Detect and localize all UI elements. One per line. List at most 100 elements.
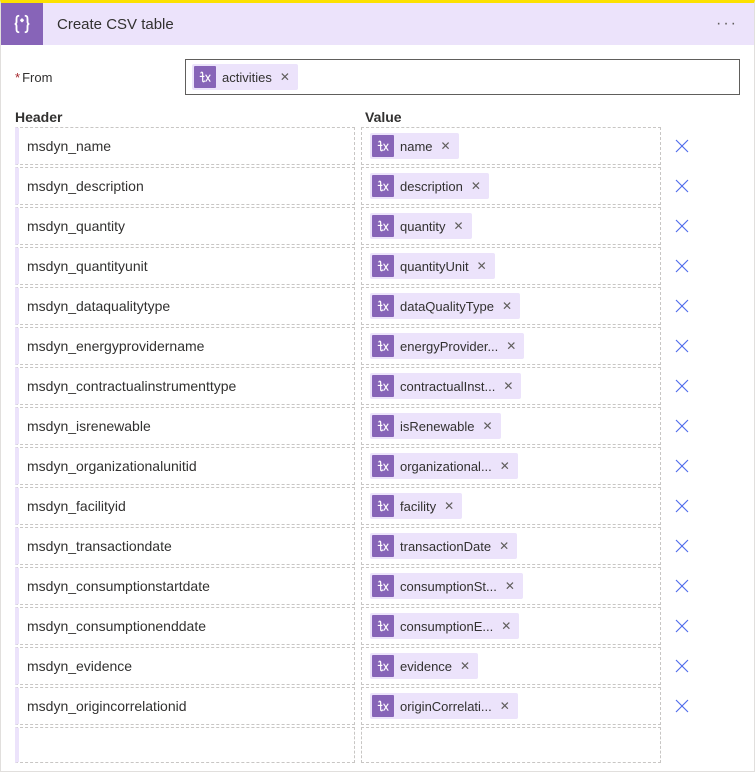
value-cell[interactable] (361, 727, 661, 763)
delete-row-button[interactable] (663, 727, 701, 763)
value-token[interactable]: isRenewable✕ (370, 413, 501, 439)
delete-row-button[interactable] (663, 687, 701, 725)
more-menu-button[interactable]: ··· (712, 11, 742, 37)
remove-token-icon[interactable]: ✕ (498, 699, 512, 713)
from-input[interactable]: activities ✕ (185, 59, 740, 95)
value-cell[interactable]: contractualInst...✕ (361, 367, 661, 405)
header-cell[interactable]: msdyn_quantityunit (15, 247, 355, 285)
remove-token-icon[interactable]: ✕ (480, 419, 494, 433)
value-token[interactable]: energyProvider...✕ (370, 333, 524, 359)
header-cell[interactable]: msdyn_isrenewable (15, 407, 355, 445)
remove-token-icon[interactable]: ✕ (475, 259, 489, 273)
value-cell[interactable]: quantityUnit✕ (361, 247, 661, 285)
dynamic-content-icon (372, 255, 394, 277)
remove-token-icon[interactable]: ✕ (442, 499, 456, 513)
dynamic-content-icon (372, 175, 394, 197)
delete-row-button[interactable] (663, 327, 701, 365)
header-cell[interactable]: msdyn_origincorrelationid (15, 687, 355, 725)
value-cell[interactable]: quantity✕ (361, 207, 661, 245)
remove-token-icon[interactable]: ✕ (499, 619, 513, 633)
value-token-label: isRenewable (396, 419, 480, 434)
remove-token-icon[interactable]: ✕ (439, 139, 453, 153)
header-cell[interactable]: msdyn_quantity (15, 207, 355, 245)
value-cell[interactable]: evidence✕ (361, 647, 661, 685)
delete-row-button[interactable] (663, 647, 701, 685)
header-cell[interactable]: msdyn_description (15, 167, 355, 205)
value-token[interactable]: organizational...✕ (370, 453, 518, 479)
delete-row-button[interactable] (663, 527, 701, 565)
dynamic-content-icon (372, 615, 394, 637)
value-token[interactable]: consumptionSt...✕ (370, 573, 523, 599)
table-row: msdyn_organizationalunitid organizational… (15, 447, 740, 485)
value-token[interactable]: consumptionE...✕ (370, 613, 519, 639)
value-token[interactable]: facility✕ (370, 493, 462, 519)
table-row: msdyn_dataqualitytype dataQualityType✕ (15, 287, 740, 325)
value-token-label: facility (396, 499, 442, 514)
delete-row-button[interactable] (663, 607, 701, 645)
header-text: msdyn_description (27, 178, 144, 194)
value-cell[interactable]: name✕ (361, 127, 661, 165)
delete-row-button[interactable] (663, 247, 701, 285)
header-cell[interactable]: msdyn_organizationalunitid (15, 447, 355, 485)
value-token[interactable]: name✕ (370, 133, 459, 159)
remove-token-icon[interactable]: ✕ (469, 179, 483, 193)
value-cell[interactable]: facility✕ (361, 487, 661, 525)
value-cell[interactable]: originCorrelati...✕ (361, 687, 661, 725)
remove-token-icon[interactable]: ✕ (497, 539, 511, 553)
value-token[interactable]: evidence✕ (370, 653, 478, 679)
value-token-label: organizational... (396, 459, 498, 474)
header-cell[interactable]: msdyn_consumptionenddate (15, 607, 355, 645)
delete-row-button[interactable] (663, 407, 701, 445)
delete-row-button[interactable] (663, 447, 701, 485)
header-cell[interactable]: msdyn_contractualinstrumenttype (15, 367, 355, 405)
remove-token-icon[interactable]: ✕ (498, 459, 512, 473)
delete-row-button[interactable] (663, 207, 701, 245)
header-cell[interactable]: msdyn_facilityid (15, 487, 355, 525)
value-cell[interactable]: organizational...✕ (361, 447, 661, 485)
header-cell[interactable]: msdyn_transactiondate (15, 527, 355, 565)
value-cell[interactable]: consumptionE...✕ (361, 607, 661, 645)
header-text: msdyn_facilityid (27, 498, 126, 514)
header-cell[interactable]: msdyn_name (15, 127, 355, 165)
remove-token-icon[interactable]: ✕ (503, 579, 517, 593)
delete-row-button[interactable] (663, 367, 701, 405)
table-row: msdyn_consumptionenddate consumptionE...✕ (15, 607, 740, 645)
value-token[interactable]: transactionDate✕ (370, 533, 517, 559)
delete-row-button[interactable] (663, 287, 701, 325)
value-token[interactable]: dataQualityType✕ (370, 293, 520, 319)
remove-token-icon[interactable]: ✕ (458, 659, 472, 673)
remove-token-icon[interactable]: ✕ (501, 379, 515, 393)
delete-row-button[interactable] (663, 487, 701, 525)
titlebar[interactable]: Create CSV table ··· (1, 3, 754, 45)
value-cell[interactable]: dataQualityType✕ (361, 287, 661, 325)
delete-row-button[interactable] (663, 167, 701, 205)
header-cell[interactable]: msdyn_evidence (15, 647, 355, 685)
delete-row-button[interactable] (663, 567, 701, 605)
from-token[interactable]: activities ✕ (192, 64, 298, 90)
value-cell[interactable]: consumptionSt...✕ (361, 567, 661, 605)
header-cell[interactable]: msdyn_energyprovidername (15, 327, 355, 365)
dynamic-content-icon (372, 455, 394, 477)
value-token[interactable]: quantityUnit✕ (370, 253, 495, 279)
table-row: msdyn_quantityunit quantityUnit✕ (15, 247, 740, 285)
header-cell[interactable]: msdyn_dataqualitytype (15, 287, 355, 325)
table-row: msdyn_name name✕ (15, 127, 740, 165)
remove-token-icon[interactable]: ✕ (500, 299, 514, 313)
value-cell[interactable]: energyProvider...✕ (361, 327, 661, 365)
value-cell[interactable]: isRenewable✕ (361, 407, 661, 445)
value-token[interactable]: originCorrelati...✕ (370, 693, 518, 719)
delete-row-button[interactable] (663, 127, 701, 165)
remove-token-icon[interactable]: ✕ (504, 339, 518, 353)
value-cell[interactable]: transactionDate✕ (361, 527, 661, 565)
header-cell[interactable] (15, 727, 355, 763)
header-text: msdyn_quantity (27, 218, 125, 234)
value-token[interactable]: contractualInst...✕ (370, 373, 521, 399)
header-cell[interactable]: msdyn_consumptionstartdate (15, 567, 355, 605)
remove-token-icon[interactable]: ✕ (452, 219, 466, 233)
value-token[interactable]: description✕ (370, 173, 489, 199)
header-text: msdyn_transactiondate (27, 538, 172, 554)
value-cell[interactable]: description✕ (361, 167, 661, 205)
value-token[interactable]: quantity✕ (370, 213, 472, 239)
header-text: msdyn_energyprovidername (27, 338, 204, 354)
remove-token-icon[interactable]: ✕ (278, 70, 292, 84)
